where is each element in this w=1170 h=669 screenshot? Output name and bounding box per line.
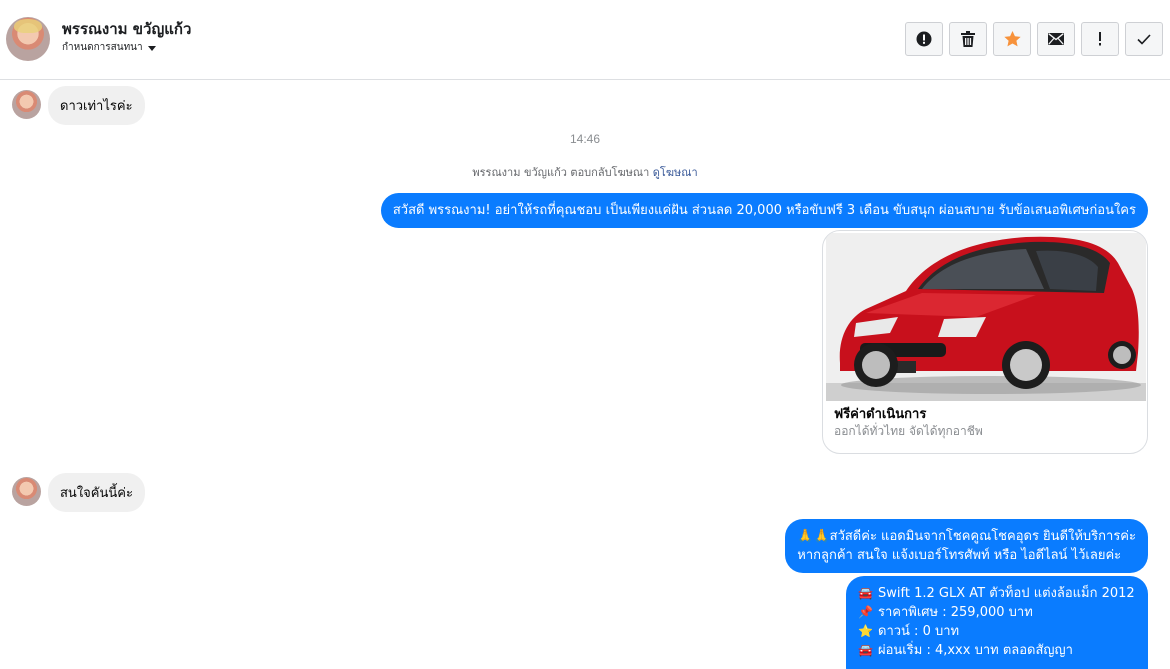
star-button[interactable] (993, 22, 1031, 56)
spam-button[interactable] (905, 22, 943, 56)
message-line: 📌 ราคาพิเศษ : 259,000 บาท (858, 605, 1033, 620)
ad-card[interactable]: ฟรีค่าดำเนินการ ออกได้ทั่วไทย จัดได้ทุกอ… (822, 230, 1148, 454)
trash-icon (961, 31, 975, 47)
message-line: 🚘 ผ่อนเริ่ม : 4,xxx บาท ตลอดสัญญา (858, 643, 1073, 658)
ad-card-title: ฟรีค่าดำเนินการ (834, 407, 927, 422)
car-emoji-icon: 🚘 (858, 586, 873, 600)
conversation-schedule-dropdown[interactable]: กำหนดการสนทนา (62, 40, 156, 55)
car-emoji-icon: 🚘 (858, 643, 873, 657)
incoming-message[interactable]: สนใจคันนี้ค่ะ (48, 473, 145, 512)
message-line: ⭐ ดาวน์ : 0 บาท (858, 624, 960, 639)
outgoing-message[interactable]: 🙏🙏สวัสดีค่ะ แอดมินจากโชคคูณโชคอุดร ยินดี… (785, 519, 1148, 573)
contact-avatar-small (12, 90, 41, 119)
mark-unread-button[interactable] (1037, 22, 1075, 56)
incoming-message[interactable]: ดาวเท่าไรค่ะ (48, 86, 145, 125)
caret-down-icon (147, 45, 156, 51)
mark-done-button[interactable] (1125, 22, 1163, 56)
contact-name[interactable]: พรรณงาม ขวัญแก้ว (62, 17, 191, 41)
alert-circle-icon (916, 31, 932, 47)
ad-car-image[interactable] (826, 233, 1146, 401)
pushpin-emoji-icon: 📌 (858, 605, 873, 619)
message-line: 🙏🙏สวัสดีค่ะ แอดมินจากโชคคูณโชคอุดร ยินดี… (797, 529, 1136, 544)
outgoing-message[interactable]: สวัสดี พรรณงาม! อย่าให้รถที่คุณชอบ เป็นเ… (380, 193, 1148, 228)
ad-reply-notice: พรรณงาม ขวัญแก้ว ตอบกลับโฆษณา ดูโฆษณา (0, 163, 1170, 181)
exclamation-icon (1099, 32, 1101, 46)
message-timestamp: 14:46 (569, 132, 601, 146)
outgoing-message[interactable]: 🚘 Swift 1.2 GLX AT ตัวท็อป แต่งล้อแม็ก 20… (846, 576, 1148, 669)
star-emoji-icon: ⭐ (858, 624, 873, 638)
follow-up-button[interactable] (1081, 22, 1119, 56)
contact-avatar[interactable] (6, 17, 50, 61)
view-ad-link[interactable]: ดูโฆษณา (653, 166, 698, 179)
message-line: หากลูกค้า สนใจ แจ้งเบอร์โทรศัพท์ หรือ ไอ… (797, 548, 1122, 563)
conversation-header: พรรณงาม ขวัญแก้ว กำหนดการสนทนา (0, 0, 1170, 80)
star-icon (1003, 31, 1021, 47)
checkmark-icon (1137, 33, 1151, 45)
contact-avatar-small (12, 477, 41, 506)
envelope-icon (1048, 33, 1064, 45)
message-line: 🚘 Swift 1.2 GLX AT ตัวท็อป แต่งล้อแม็ก 20… (858, 586, 1135, 601)
ad-card-subtitle: ออกได้ทั่วไทย จัดได้ทุกอาชีพ (834, 424, 983, 438)
message-thread[interactable]: ดาวเท่าไรค่ะ 14:46 พรรณงาม ขวัญแก้ว ตอบก… (0, 81, 1170, 669)
conversation-toolbar (905, 22, 1163, 56)
red-car-picture (826, 233, 1146, 401)
delete-button[interactable] (949, 22, 987, 56)
ad-reply-text: พรรณงาม ขวัญแก้ว ตอบกลับโฆษณา (472, 166, 650, 179)
conversation-schedule-label: กำหนดการสนทนา (62, 42, 143, 53)
